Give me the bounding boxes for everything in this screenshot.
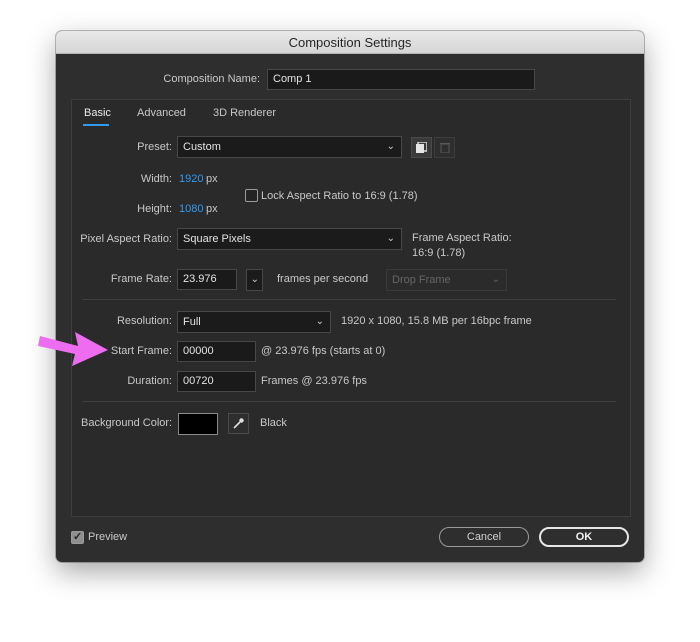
preview-label: Preview [88,531,128,543]
frame-rate-input[interactable]: 23.976 [177,269,237,290]
chevron-down-icon: ⌄ [386,233,395,244]
save-preset-icon[interactable] [411,137,432,158]
chevron-down-icon: ⌄ [491,274,500,285]
chevron-down-icon: ⌄ [250,274,259,285]
resolution-info: 1920 x 1080, 15.8 MB per 16bpc frame [341,315,532,327]
divider [82,299,616,300]
tab-3d-renderer[interactable]: 3D Renderer [213,107,276,119]
preset-label: Preset: [137,141,172,153]
width-unit: px [206,173,218,185]
preset-dropdown[interactable]: Custom ⌄ [177,136,402,158]
duration-info: Frames @ 23.976 fps [261,375,367,387]
frame-aspect-label: Frame Aspect Ratio: [412,232,512,244]
resolution-dropdown[interactable]: Full ⌄ [177,311,331,333]
lock-aspect-label: Lock Aspect Ratio to 16:9 (1.78) [261,190,418,202]
duration-label: Duration: [127,375,172,387]
drop-frame-dropdown[interactable]: Drop Frame ⌄ [386,269,507,291]
start-frame-info: @ 23.976 fps (starts at 0) [261,345,386,357]
width-value[interactable]: 1920 [179,173,203,185]
annotation-arrow-icon [38,332,108,366]
tab-basic[interactable]: Basic [84,107,111,119]
pixel-aspect-label: Pixel Aspect Ratio: [80,233,172,245]
eyedropper-icon[interactable] [228,413,249,434]
frame-rate-dropdown[interactable]: ⌄ [246,269,263,291]
chevron-down-icon: ⌄ [386,141,395,152]
pixel-aspect-value: Square Pixels [183,233,251,245]
lock-aspect-checkbox[interactable] [245,189,258,202]
start-frame-input[interactable]: 00000 [177,341,256,362]
height-unit: px [206,203,218,215]
divider [82,401,616,402]
active-tab-indicator [83,124,109,126]
frame-aspect-value: 16:9 (1.78) [412,247,466,259]
frame-rate-label: Frame Rate: [110,273,172,285]
pixel-aspect-dropdown[interactable]: Square Pixels ⌄ [177,228,402,250]
preview-checkbox[interactable] [71,530,84,544]
tab-advanced[interactable]: Advanced [137,107,186,119]
background-color-swatch[interactable] [178,413,218,435]
background-color-name: Black [260,417,287,429]
composition-name-label: Composition Name: [163,73,260,85]
duration-input[interactable]: 00720 [177,371,256,392]
chevron-down-icon: ⌄ [315,316,324,327]
cancel-button[interactable]: Cancel [439,527,529,547]
frame-rate-suffix: frames per second [277,273,369,285]
composition-settings-dialog: Composition Settings Composition Name: C… [56,31,644,562]
resolution-value: Full [183,316,201,328]
composition-name-input[interactable]: Comp 1 [267,69,535,90]
height-value[interactable]: 1080 [179,203,203,215]
ok-button[interactable]: OK [539,527,629,547]
window-title: Composition Settings [56,31,644,54]
background-color-label: Background Color: [81,417,173,429]
trash-icon[interactable] [434,137,455,158]
width-label: Width: [140,173,172,185]
settings-panel [71,99,631,517]
preset-value: Custom [183,141,221,153]
height-label: Height: [137,203,172,215]
drop-frame-value: Drop Frame [392,274,451,286]
